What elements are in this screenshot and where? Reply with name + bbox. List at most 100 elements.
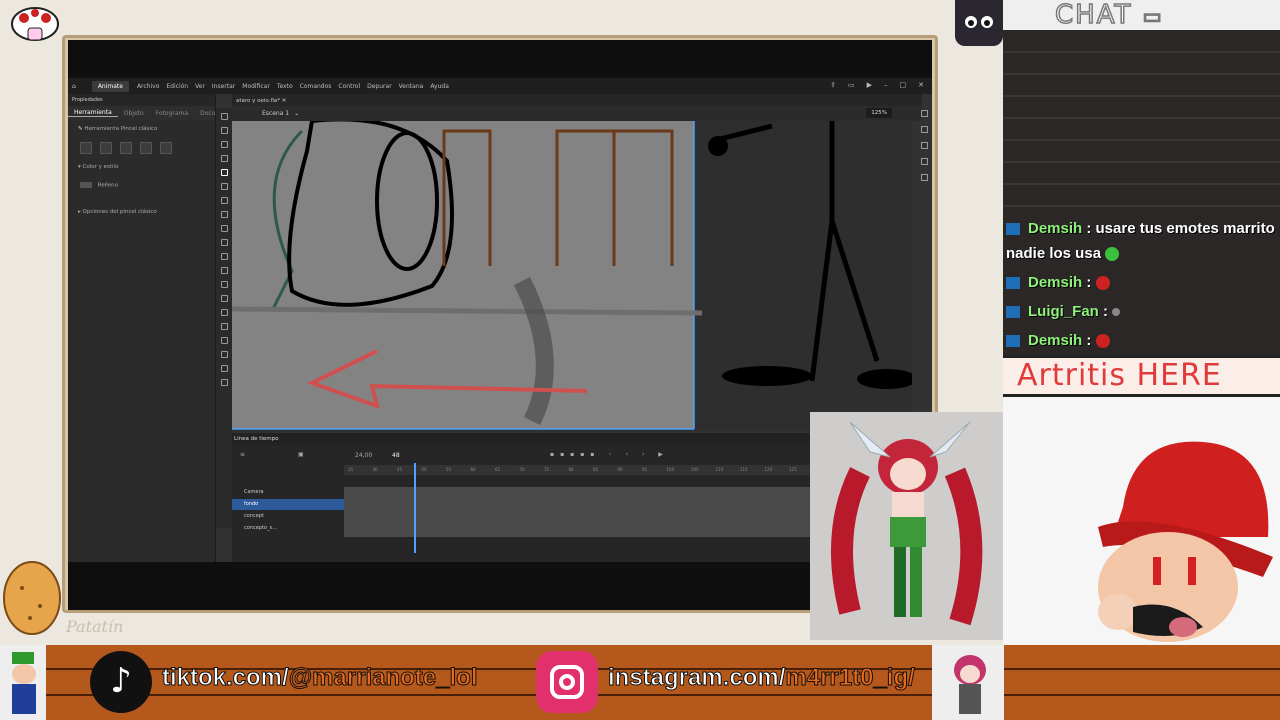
ruler-tick-label: 85 [593,467,599,472]
menu-insertar[interactable]: Insertar [212,83,235,90]
stroke-color-icon[interactable] [220,337,228,344]
menu-ventana[interactable]: Ventana [399,83,424,90]
chat-message: Luigi_Fan : [1006,299,1276,324]
pencil-tool-icon[interactable] [220,155,228,162]
playhead[interactable] [414,463,416,553]
transform-icon[interactable] [920,158,928,165]
lasso-tool-icon[interactable] [220,141,228,148]
menu-archivo[interactable]: Archivo [137,83,159,90]
chat-username[interactable]: Demsih [1028,274,1082,291]
ruler-tick-label: 60 [470,467,476,472]
camera-icon[interactable]: ▣ [298,451,304,458]
menu-edicion[interactable]: Edición [166,83,188,90]
layer-row[interactable]: Camera [232,487,344,498]
fill-color-icon[interactable] [220,351,228,358]
object-draw-icon[interactable] [80,142,92,154]
eraser-tool-icon[interactable] [220,183,228,190]
zoom-select[interactable]: 125% [866,108,892,118]
chat-title: CHAT ▭ [1003,0,1280,31]
ruler-tick-label: 55 [446,467,452,472]
eyedropper-tool-icon[interactable] [220,267,228,274]
emote-icon [1105,247,1120,262]
fill-row[interactable]: Relleno [68,176,215,195]
layer-row[interactable]: fondo [232,499,344,510]
ruler-tick-label: 105 [691,467,699,472]
align-icon[interactable] [920,110,928,117]
line-tool-icon[interactable] [220,211,228,218]
stage-canvas[interactable] [232,121,912,431]
scene-bar: Escena 1 ⌄ 125% [232,106,922,121]
app-badge[interactable]: Animate [91,80,129,92]
onion-skin-icon[interactable] [220,379,228,386]
chat-text: : [1082,274,1092,291]
selection-tool-icon[interactable] [220,113,228,120]
animate-window: ⌂ Animate Archivo Edición Ver Insertar M… [68,78,932,562]
chat-username[interactable]: Demsih [1028,220,1082,237]
brush-mode-icon[interactable] [160,142,172,154]
color-panel-icon[interactable] [920,126,928,133]
tiktok-icon: ♪ [90,651,152,713]
menu-comandos[interactable]: Comandos [300,83,332,90]
fill-swatch[interactable] [80,182,92,188]
close-tab-icon[interactable]: ✕ [282,98,287,104]
ruler-tick-label: 120 [764,467,773,472]
menu-depurar[interactable]: Depurar [367,83,392,90]
pen-tool-icon[interactable] [220,225,228,232]
instagram-icon [536,651,598,713]
subselect-tool-icon[interactable] [220,127,228,134]
menu-ayuda[interactable]: Ayuda [430,83,449,90]
tab-herramienta[interactable]: Herramienta [68,109,118,117]
tab-fotograma[interactable]: Fotograma [150,110,194,117]
layers-icon[interactable]: ≡ [240,451,245,458]
tiktok-prefix: tiktok.com/ [162,664,290,692]
section-color-label: Color y estilo [82,164,119,170]
frame-value[interactable]: 48 [392,452,400,459]
close-icon[interactable]: ✕ [918,81,924,89]
playback-controls[interactable]: ▪▪▪▪▪ ◦ ‹ › ▶ [550,451,669,458]
section-color[interactable]: ▾ Color y estilo [68,158,215,176]
maximize-icon[interactable]: □ [900,81,907,89]
instagram-link[interactable]: instagram.com/m4rr1t0_ig/ [607,664,915,692]
menu-ver[interactable]: Ver [195,83,205,90]
minimize-icon[interactable]: – [884,81,888,89]
text-tool-icon[interactable] [220,239,228,246]
components-icon[interactable] [920,174,928,181]
lock-fill-icon[interactable] [120,142,132,154]
layer-row[interactable]: concept [232,511,344,522]
bucket-tool-icon[interactable] [220,253,228,260]
bone-tool-icon[interactable] [220,281,228,288]
library-icon[interactable] [920,142,928,149]
menu-modificar[interactable]: Modificar [242,83,270,90]
smooth-icon[interactable] [140,142,152,154]
hand-tool-icon[interactable] [220,295,228,302]
tiktok-link[interactable]: tiktok.com/@marrianote_lol [162,664,478,692]
layout-icon[interactable]: ▭ [848,81,855,89]
zoom-tool-icon[interactable] [220,309,228,316]
chat-username[interactable]: Luigi_Fan [1028,303,1099,320]
chat-username[interactable]: Demsih [1028,332,1082,349]
share-icon[interactable]: ⇪ [830,81,836,89]
luigi-icon [12,652,36,714]
home-icon[interactable]: ⌂ [72,83,76,90]
menu-control[interactable]: Control [338,83,360,90]
fps-value[interactable]: 24,00 [355,452,372,459]
chibi-character-icon [954,655,986,714]
section-brush-label: Opciones del pincel clásico [82,208,157,215]
swap-colors-icon[interactable] [220,365,228,372]
tab-objeto[interactable]: Objeto [118,110,150,117]
ruler-tick-label: 100 [666,467,675,472]
tool-name: ✎ Herramienta Pincel clásico [68,120,215,138]
chat-message: Demsih : [1006,328,1276,353]
ruler-tick-label: 45 [397,467,403,472]
rect-tool-icon[interactable] [220,197,228,204]
scene-select[interactable]: Escena 1 [262,110,289,117]
chevron-down-icon[interactable]: ⌄ [294,110,299,117]
section-brush[interactable]: ▸ Opciones del pincel clásico [68,203,215,221]
play-icon[interactable]: ▶ [867,81,872,89]
properties-header: Propiedades [68,94,215,106]
layer-row[interactable]: concepto_s... [232,523,344,534]
menu-texto[interactable]: Texto [277,83,293,90]
brush-tool-icon[interactable] [220,169,228,176]
pressure-icon[interactable] [100,142,112,154]
more-tools-icon[interactable] [220,323,228,330]
